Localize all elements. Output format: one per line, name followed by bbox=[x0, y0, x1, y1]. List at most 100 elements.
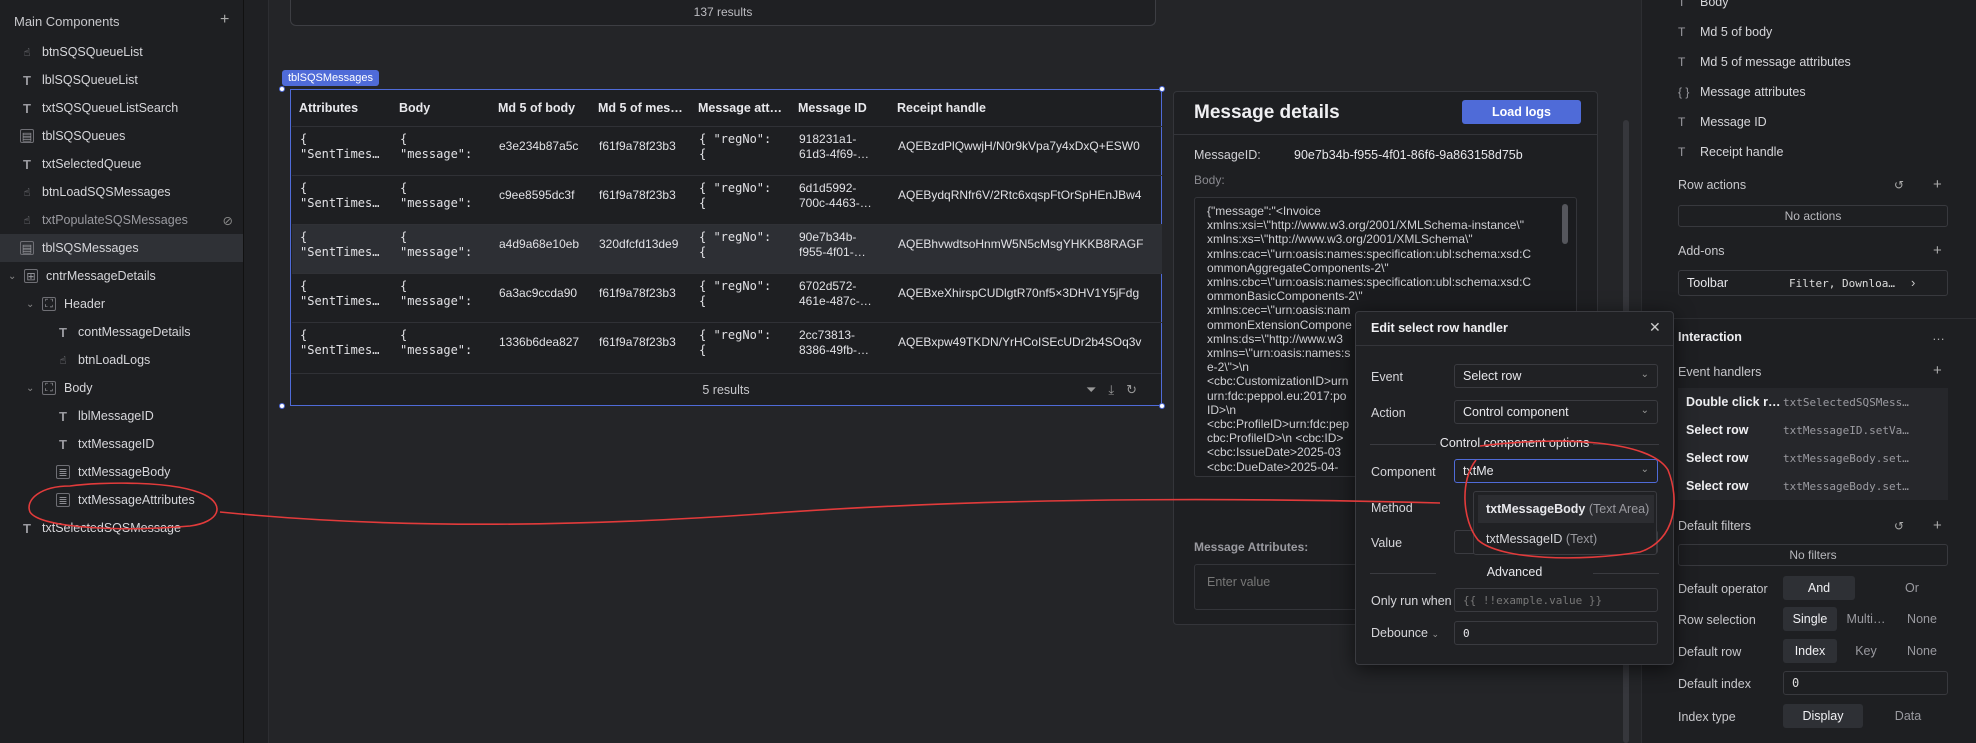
column-item[interactable]: { } Message attributes bbox=[1678, 85, 1806, 99]
tree-item[interactable]: TlblMessageID bbox=[0, 402, 243, 430]
dropdown-option[interactable]: txtMessageID (Text) bbox=[1478, 525, 1654, 553]
component-input[interactable]: txtMe ⌄ bbox=[1454, 459, 1658, 483]
operator-or-option[interactable]: Or bbox=[1876, 576, 1948, 600]
default-operator-label: Default operator bbox=[1678, 582, 1768, 596]
toolbar-addon[interactable]: Toolbar Filter, Downloa… › bbox=[1678, 270, 1948, 296]
default-row-none[interactable]: None bbox=[1895, 639, 1949, 663]
column-header[interactable]: Message att… bbox=[690, 90, 790, 126]
load-logs-button[interactable]: Load logs bbox=[1462, 100, 1581, 124]
table-row[interactable]: { "SentTimes… { "message": e3e234b87a5c f61… bbox=[292, 126, 1162, 175]
column-header[interactable]: Attributes bbox=[291, 90, 391, 126]
column-item-label: Receipt handle bbox=[1700, 145, 1784, 159]
more-icon[interactable]: … bbox=[1932, 328, 1945, 343]
tree-item[interactable]: ▤ tblSQSMessages bbox=[0, 234, 243, 262]
tree-item[interactable]: ⌄ ⊞ cntrMessageDetails bbox=[0, 262, 243, 290]
action-label: Action bbox=[1371, 406, 1406, 420]
debounce-input[interactable]: 0 bbox=[1454, 621, 1658, 645]
resize-handle[interactable] bbox=[1159, 86, 1165, 92]
chevron-down-icon[interactable]: ⌄ bbox=[26, 383, 38, 394]
chevron-down-icon[interactable]: ⌄ bbox=[8, 271, 20, 282]
tree-item[interactable]: ≣ txtMessageAttributes bbox=[0, 486, 243, 514]
text-icon: T bbox=[1678, 115, 1686, 129]
debounce-label[interactable]: Debounce ⌄ bbox=[1371, 626, 1439, 640]
index-type-data[interactable]: Data bbox=[1868, 704, 1948, 728]
refresh-icon[interactable]: ↻ bbox=[1126, 382, 1149, 397]
frame-icon: ⛶ bbox=[42, 381, 56, 395]
resize-handle[interactable] bbox=[1159, 403, 1165, 409]
close-icon[interactable]: ✕ bbox=[1649, 319, 1661, 336]
action-select-value: Control component bbox=[1463, 405, 1569, 419]
table-row[interactable]: { "SentTimes… { "message": 6a3ac9ccda90 f61… bbox=[292, 273, 1162, 322]
tree-item[interactable]: ☝ btnLoadSQSMessages bbox=[0, 178, 243, 206]
tree-item-label: tblSQSQueues bbox=[42, 129, 126, 143]
dropdown-option[interactable]: txtMessageBody (Text Area) bbox=[1478, 495, 1654, 523]
selected-component-tag[interactable]: tblSQSMessages bbox=[282, 70, 379, 86]
hidden-icon[interactable]: ⊘ bbox=[223, 213, 233, 228]
default-index-input[interactable]: 0 bbox=[1783, 671, 1948, 695]
divider bbox=[1174, 134, 1597, 135]
filter-icon[interactable]: ⏷ bbox=[1086, 382, 1108, 397]
tree-item[interactable]: TtxtMessageID bbox=[0, 430, 243, 458]
resize-handle[interactable] bbox=[279, 403, 285, 409]
column-header[interactable]: Md 5 of body bbox=[490, 90, 590, 126]
tree-item[interactable]: ≣ txtMessageBody bbox=[0, 458, 243, 486]
index-type-display[interactable]: Display bbox=[1783, 704, 1863, 728]
row-selection-none[interactable]: None bbox=[1895, 607, 1949, 631]
event-select[interactable]: Select row ⌄ bbox=[1454, 364, 1658, 388]
resize-handle[interactable] bbox=[279, 86, 285, 92]
tree-item[interactable]: TlblSQSQueueList bbox=[0, 66, 243, 94]
add-filter-icon[interactable]: + bbox=[1933, 517, 1942, 534]
download-icon[interactable]: ⤓ bbox=[1108, 382, 1126, 397]
column-item[interactable]: T Body bbox=[1678, 0, 1729, 9]
column-header[interactable]: Md 5 of mes… bbox=[590, 90, 690, 126]
tree-item[interactable]: ⌄ ⛶ Body bbox=[0, 374, 243, 402]
column-header[interactable]: Message ID bbox=[790, 90, 889, 126]
row-selection-multi[interactable]: Multi… bbox=[1839, 607, 1893, 631]
table-row[interactable]: { "SentTimes… { "message": 1336b6dea827 f61… bbox=[292, 322, 1162, 371]
reset-icon[interactable]: ↺ bbox=[1894, 178, 1904, 192]
tree-item[interactable]: TtxtSelectedSQSMessage bbox=[0, 514, 243, 542]
textarea-icon: ≣ bbox=[56, 465, 70, 479]
add-component-icon[interactable]: + bbox=[220, 11, 229, 29]
chevron-down-icon[interactable]: ⌄ bbox=[26, 299, 38, 310]
tree-item[interactable]: ☝ btnLoadLogs bbox=[0, 346, 243, 374]
table-cell: 2cc73813- 8386-49fb-… bbox=[799, 328, 870, 357]
column-item[interactable]: T Message ID bbox=[1678, 115, 1767, 129]
add-addon-icon[interactable]: + bbox=[1933, 242, 1942, 259]
add-event-handler-icon[interactable]: + bbox=[1933, 362, 1942, 379]
tree-item[interactable]: TcontMessageDetails bbox=[0, 318, 243, 346]
chevron-down-icon: ⌄ bbox=[1640, 464, 1649, 475]
default-row-key[interactable]: Key bbox=[1839, 639, 1893, 663]
tree-item[interactable]: ⌄ ⛶ Header bbox=[0, 290, 243, 318]
tree-item[interactable]: ☝ btnSQSQueueList bbox=[0, 38, 243, 66]
tree-item[interactable]: ▤ tblSQSQueues bbox=[0, 122, 243, 150]
column-item[interactable]: T Md 5 of message attributes bbox=[1678, 55, 1851, 69]
advanced-header: Advanced bbox=[1356, 565, 1673, 579]
scrollbar[interactable] bbox=[1562, 204, 1568, 244]
reset-icon[interactable]: ↺ bbox=[1894, 519, 1904, 533]
add-row-action-icon[interactable]: + bbox=[1933, 176, 1942, 193]
event-handler-row[interactable]: Select row txtMessageBody.set… bbox=[1678, 444, 1948, 472]
index-type-label: Index type bbox=[1678, 710, 1736, 724]
row-selection-single[interactable]: Single bbox=[1783, 607, 1837, 631]
column-header[interactable]: Body bbox=[391, 90, 490, 126]
messages-table[interactable]: Attributes Body Md 5 of body Md 5 of mes… Me… bbox=[290, 89, 1162, 406]
operator-and-option[interactable]: And bbox=[1783, 576, 1855, 600]
default-row-index[interactable]: Index bbox=[1783, 639, 1837, 663]
divider bbox=[1356, 345, 1673, 346]
tree-item[interactable]: TtxtSQSQueueListSearch bbox=[0, 94, 243, 122]
event-handler-row[interactable]: Select row txtMessageBody.set… bbox=[1678, 472, 1948, 500]
column-item[interactable]: T Md 5 of body bbox=[1678, 25, 1772, 39]
event-handler-row[interactable]: Select row txtMessageID.setVa… bbox=[1678, 416, 1948, 444]
column-item[interactable]: T Receipt handle bbox=[1678, 145, 1783, 159]
column-item-label: Message ID bbox=[1700, 115, 1767, 129]
action-select[interactable]: Control component ⌄ bbox=[1454, 400, 1658, 424]
table-cell: { "regNo": { bbox=[699, 132, 772, 161]
table-row[interactable]: { "SentTimes… { "message": c9ee8595dc3f f61… bbox=[292, 175, 1162, 224]
tree-item[interactable]: ☝ txtPopulateSQSMessages ⊘ bbox=[0, 206, 243, 234]
tree-item[interactable]: TtxtSelectedQueue bbox=[0, 150, 243, 178]
event-handler-row[interactable]: Double click r… txtSelectedSQSMess… bbox=[1678, 388, 1948, 416]
only-run-input[interactable]: {{ !!example.value }} bbox=[1454, 588, 1658, 612]
column-header[interactable]: Receipt handle bbox=[889, 90, 1161, 126]
table-row[interactable]: { "SentTimes… { "message": a4d9a68e10eb 320… bbox=[292, 224, 1162, 273]
